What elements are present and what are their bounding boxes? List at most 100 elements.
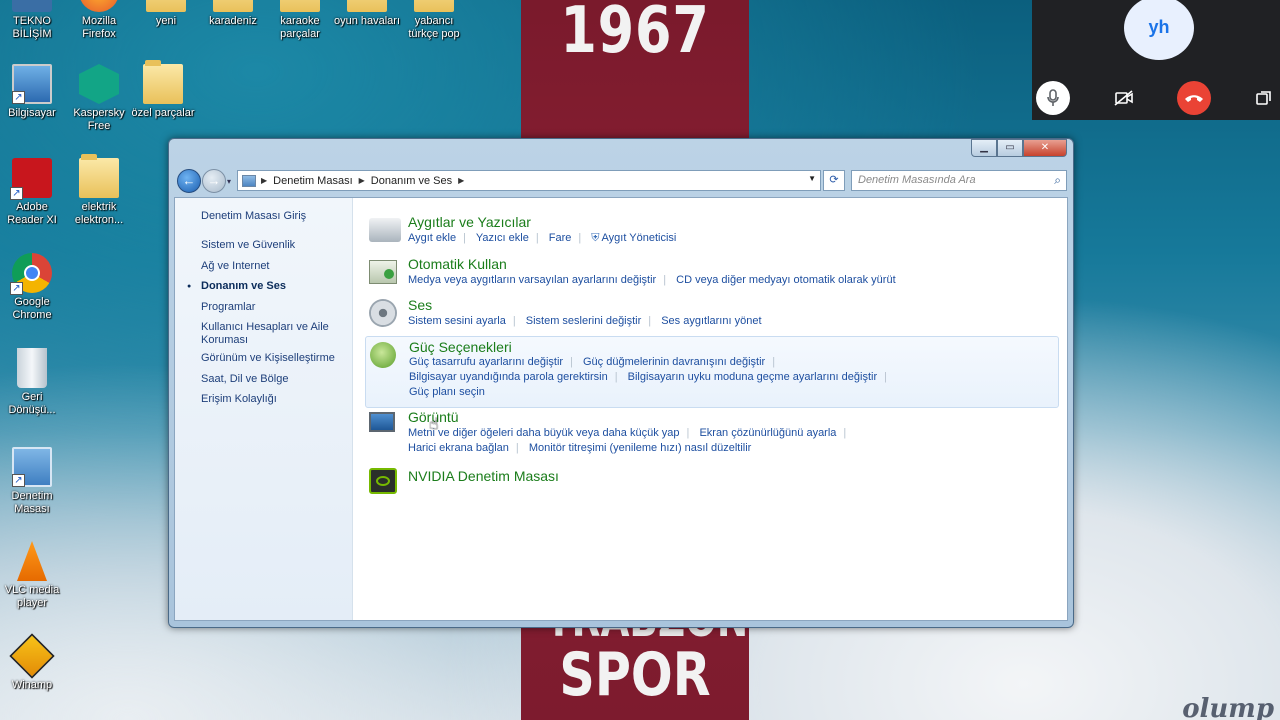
power-plug-icon — [370, 342, 396, 368]
desktop-icon-karaoke[interactable]: karaoke parçalar — [266, 0, 334, 41]
refresh-button[interactable]: ⟳ — [823, 170, 845, 191]
separator: | — [686, 427, 690, 439]
end-call-button[interactable] — [1177, 81, 1211, 115]
desktop-icon-yeni[interactable]: yeni — [132, 0, 200, 28]
minimize-button[interactable]: ▁ — [971, 139, 997, 157]
wallpaper-watermark: olump — [1182, 694, 1274, 720]
link-external-display[interactable]: Harici ekrana bağlan — [408, 442, 509, 454]
category-links: Sistem sesini ayarla | Sistem seslerini d… — [408, 315, 769, 327]
link-require-password[interactable]: Bilgisayar uyandığında parola gerektirsi… — [409, 371, 608, 383]
separator: | — [884, 371, 887, 383]
folder-icon — [79, 154, 119, 198]
link-adjust-volume[interactable]: Sistem sesini ayarla — [408, 315, 506, 327]
mouse-pointer-icon: ☝ — [429, 416, 439, 433]
folder-icon — [143, 60, 183, 104]
sidebar-item-network[interactable]: Ağ ve Internet — [201, 260, 341, 273]
desktop-icon-karadeniz[interactable]: karadeniz — [199, 0, 267, 28]
category-power-options[interactable]: Güç Seçenekleri Güç tasarrufu ayarlarını… — [365, 336, 1059, 408]
microphone-icon — [1047, 89, 1059, 106]
link-mouse[interactable]: Fare — [549, 232, 572, 244]
desktop-icon-control-panel[interactable]: ↗ Denetim Masası — [0, 447, 66, 516]
link-power-buttons[interactable]: Güç düğmelerinin davranışını değiştir — [583, 356, 765, 368]
desktop-icon-recycle-bin[interactable]: Geri Dönüşü... — [0, 348, 66, 417]
category-title[interactable]: Otomatik Kullan — [408, 256, 507, 272]
link-power-saving[interactable]: Güç tasarrufu ayarlarını değiştir — [409, 356, 563, 368]
back-button[interactable]: ← — [177, 169, 201, 193]
separator: | — [570, 356, 573, 368]
present-screen-button[interactable] — [1247, 81, 1280, 115]
camera-off-button[interactable] — [1107, 81, 1141, 115]
desktop-icon-vlc[interactable]: VLC media player — [0, 541, 66, 610]
search-input[interactable]: Denetim Masasında Ara ⌕ — [851, 170, 1067, 191]
link-choose-power-plan[interactable]: Güç planı seçin — [409, 386, 485, 398]
link-add-printer[interactable]: Yazıcı ekle — [476, 232, 529, 244]
category-links-row2: Harici ekrana bağlan | Monitör titreşimi … — [408, 442, 758, 454]
control-panel-icon: ↗ — [12, 447, 52, 487]
category-sound: Ses Sistem sesini ayarla | Sistem sesleri… — [369, 297, 1059, 331]
link-change-media-defaults[interactable]: Medya veya aygıtların varsayılan ayarlar… — [408, 274, 656, 286]
sidebar-item-user-accounts[interactable]: Kullanıcı Hesapları ve Aile Koruması — [201, 321, 341, 347]
microphone-button[interactable] — [1036, 81, 1070, 115]
search-icon[interactable]: ⌕ — [1054, 173, 1061, 188]
link-text-size[interactable]: Metni ve diğer öğeleri daha büyük veya d… — [408, 427, 680, 439]
vlc-icon — [17, 541, 47, 581]
printer-icon — [369, 218, 401, 242]
desktop-icon-ozel-parcalar[interactable]: özel parçalar — [129, 60, 197, 120]
category-title[interactable]: Ses — [408, 297, 432, 313]
back-arrow-icon: ← — [182, 173, 196, 188]
recent-pages-dropdown[interactable]: ▾ — [227, 177, 231, 186]
category-title[interactable]: Güç Seçenekleri — [409, 339, 512, 355]
sidebar-item-programs[interactable]: Programlar — [201, 301, 341, 314]
category-links-row3: Güç planı seçin — [409, 386, 492, 398]
link-autoplay-cd[interactable]: CD veya diğer medyayı otomatik olarak yü… — [676, 274, 895, 286]
breadcrumb-hardware-sound[interactable]: Donanım ve Ses — [371, 175, 452, 187]
separator: | — [772, 356, 776, 368]
desktop-icon-tekno[interactable]: TEKNO BİLİŞİM — [0, 0, 66, 41]
desktop-icon-label: yeni — [155, 15, 177, 27]
sidebar-item-system-security[interactable]: Sistem ve Güvenlik — [201, 239, 341, 252]
maximize-button[interactable]: ▭ — [997, 139, 1023, 157]
desktop-icon-yabanci[interactable]: yabancı türkçe pop — [400, 0, 468, 41]
monitor-icon — [369, 412, 395, 432]
close-button[interactable]: ✕ — [1023, 139, 1067, 157]
search-placeholder: Denetim Masasında Ara — [858, 174, 976, 186]
desktop-icon-chrome[interactable]: ↗ Google Chrome — [0, 253, 66, 322]
pdf-icon: ↗ — [10, 158, 52, 200]
sidebar-home-link[interactable]: Denetim Masası Giriş — [201, 210, 341, 223]
firefox-icon — [79, 0, 119, 12]
chevron-down-icon[interactable]: ▼ — [808, 174, 816, 183]
desktop-icon-elektrik[interactable]: elektrik elektron... — [65, 154, 133, 227]
camera-off-icon — [1114, 90, 1133, 106]
link-screen-resolution[interactable]: Ekran çözünürlüğünü ayarla — [699, 427, 836, 439]
category-title[interactable]: Aygıtlar ve Yazıcılar — [408, 214, 531, 230]
folder-icon — [347, 0, 387, 12]
link-device-manager[interactable]: Aygıt Yöneticisi — [602, 232, 677, 244]
link-add-device[interactable]: Aygıt ekle — [408, 232, 456, 244]
desktop-icon-kaspersky[interactable]: Kaspersky Free — [65, 64, 133, 133]
link-monitor-flicker[interactable]: Monitör titreşimi (yenileme hızı) nasıl … — [529, 442, 752, 454]
sidebar-item-clock-language[interactable]: Saat, Dil ve Bölge — [201, 373, 341, 386]
desktop-icon-firefox[interactable]: Mozilla Firefox — [65, 0, 133, 41]
desktop-icon-label: Google Chrome — [12, 296, 52, 321]
link-sleep-settings[interactable]: Bilgisayarın uyku moduna geçme ayarların… — [628, 371, 877, 383]
category-title[interactable]: NVIDIA Denetim Masası — [408, 468, 559, 484]
shield-icon: ⛨ — [591, 232, 600, 244]
desktop-icon-bilgisayar[interactable]: ↗ Bilgisayar — [0, 64, 66, 120]
link-manage-audio-devices[interactable]: Ses aygıtlarını yönet — [661, 315, 761, 327]
folder-icon — [280, 0, 320, 12]
separator: | — [535, 232, 539, 244]
desktop-icon-winamp[interactable]: Winamp — [0, 633, 66, 692]
desktop-icon-label: TEKNO BİLİŞİM — [12, 15, 52, 40]
desktop-icon-label: özel parçalar — [131, 107, 195, 119]
address-bar[interactable]: ▶ Denetim Masası ▶ Donanım ve Ses ▶ ▼ — [237, 170, 821, 191]
sidebar-item-appearance[interactable]: Görünüm ve Kişiselleştirme — [201, 352, 341, 365]
breadcrumb-control-panel[interactable]: Denetim Masası — [273, 175, 352, 187]
link-change-sounds[interactable]: Sistem seslerini değiştir — [526, 315, 642, 327]
sidebar-item-ease-of-access[interactable]: Erişim Kolaylığı — [201, 393, 341, 406]
sidebar-item-hardware-sound[interactable]: Donanım ve Ses — [187, 280, 341, 293]
category-autoplay: Otomatik Kullan Medya veya aygıtların va… — [369, 256, 1059, 290]
desktop-icon-oyun-havalari[interactable]: oyun havaları — [333, 0, 401, 28]
desktop-icon-adobe-reader[interactable]: ↗ Adobe Reader XI — [0, 158, 66, 227]
forward-button[interactable]: → — [202, 169, 226, 193]
separator: | — [515, 442, 519, 454]
